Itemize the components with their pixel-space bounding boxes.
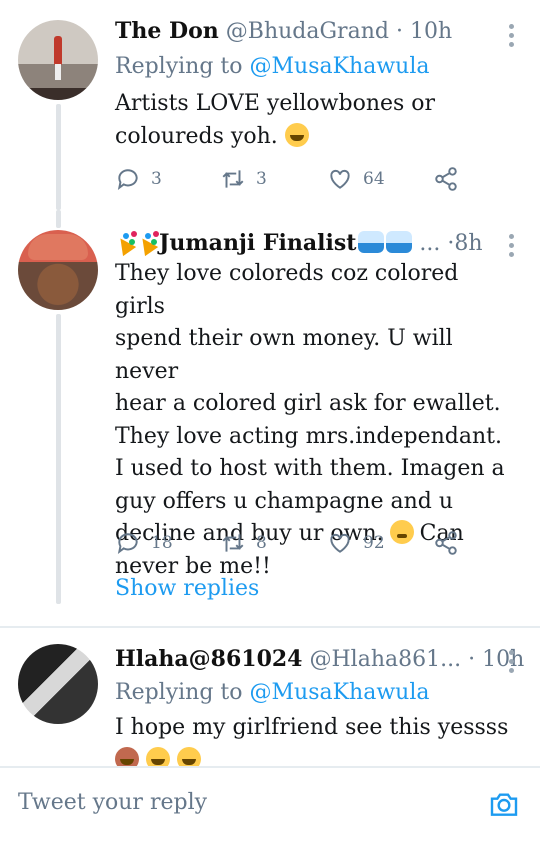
text-line: I hope my girlfriend see this yessss bbox=[115, 715, 509, 740]
tweet-3[interactable]: Hlaha@861024 @Hlaha861... · 10h Replying… bbox=[0, 628, 540, 766]
retweet-count: 3 bbox=[256, 169, 267, 189]
retweet-count: 8 bbox=[256, 533, 267, 553]
user-handle-truncated[interactable]: @Hlaha861... bbox=[310, 647, 462, 672]
like-icon bbox=[330, 533, 350, 553]
timestamp: 8h bbox=[454, 231, 483, 256]
display-name[interactable]: The Don bbox=[115, 18, 219, 44]
tweet-1[interactable]: The Don @BhudaGrand · 10h Replying to @M… bbox=[0, 0, 540, 210]
grinning-sweat-emoji bbox=[146, 746, 170, 766]
tweet-header: Hlaha@861024 @Hlaha861... · 10h bbox=[115, 646, 524, 672]
text-line: hear a colored girl ask for ewallet. bbox=[115, 391, 501, 416]
text-line: They love coloreds coz colored girls bbox=[115, 261, 459, 319]
tweet-actions: 3 3 64 bbox=[115, 166, 475, 196]
like-button[interactable]: 64 bbox=[327, 166, 385, 192]
emoji-line bbox=[115, 745, 515, 766]
text-line: guy offers u champagne and u bbox=[115, 488, 453, 514]
reply-icon bbox=[117, 169, 138, 190]
retweet-icon bbox=[222, 170, 244, 188]
party-popper-emoji bbox=[115, 231, 137, 253]
user-handle-truncated[interactable]: ... bbox=[419, 231, 440, 256]
user-handle[interactable]: @BhudaGrand bbox=[226, 19, 389, 44]
wave-emoji bbox=[386, 231, 413, 253]
reply-button[interactable]: 18 bbox=[115, 530, 173, 556]
reply-count: 18 bbox=[151, 533, 173, 553]
share-icon bbox=[435, 167, 457, 191]
share-button[interactable] bbox=[433, 530, 469, 556]
replying-label: Replying to bbox=[115, 680, 243, 705]
reply-input[interactable]: Tweet your reply bbox=[18, 790, 207, 815]
thread-line bbox=[56, 210, 61, 228]
person-emoji bbox=[115, 746, 139, 766]
wave-emoji bbox=[358, 231, 385, 253]
text-line: They love acting mrs.independant. bbox=[115, 423, 503, 449]
mention-link[interactable]: @MusaKhawula bbox=[250, 54, 430, 79]
avatar[interactable] bbox=[18, 20, 98, 100]
timestamp-separator: · bbox=[468, 647, 476, 672]
text-line: spend their own money. U will never bbox=[115, 326, 453, 384]
like-count: 64 bbox=[363, 169, 385, 189]
camera-icon[interactable] bbox=[488, 788, 520, 820]
more-icon[interactable] bbox=[509, 234, 514, 261]
party-popper-emoji bbox=[137, 231, 159, 253]
tweet-text: Artists LOVE yellowbones or coloureds yo… bbox=[115, 88, 515, 153]
retweet-button[interactable]: 3 bbox=[220, 166, 267, 192]
replying-to: Replying to @MusaKhawula bbox=[115, 54, 429, 79]
grinning-sweat-emoji bbox=[284, 122, 309, 147]
tweet-header: Jumanji Finalist ... ·8h bbox=[115, 230, 483, 256]
tweet-header: The Don @BhudaGrand · 10h bbox=[115, 18, 452, 44]
replying-label: Replying to bbox=[115, 54, 243, 79]
like-button[interactable]: 92 bbox=[327, 530, 385, 556]
tweet-text: I hope my girlfriend see this yessss bbox=[115, 712, 515, 766]
like-icon bbox=[330, 169, 350, 189]
display-name[interactable]: Jumanji Finalist bbox=[159, 230, 356, 256]
tweet-2[interactable]: Jumanji Finalist ... ·8h They love color… bbox=[0, 210, 540, 620]
timestamp: 10h bbox=[482, 647, 525, 672]
timestamp: 10h bbox=[409, 19, 453, 44]
show-replies-link[interactable]: Show replies bbox=[115, 576, 259, 601]
share-icon bbox=[435, 531, 457, 555]
text-line: I used to host with them. Imagen a bbox=[115, 456, 505, 481]
tweet-text-content: Artists LOVE yellowbones or coloureds yo… bbox=[115, 91, 436, 149]
avatar[interactable] bbox=[18, 230, 98, 310]
timestamp-separator: · bbox=[395, 19, 403, 44]
thread-line bbox=[56, 104, 61, 210]
display-name[interactable]: Hlaha@861024 bbox=[115, 646, 303, 672]
more-icon[interactable] bbox=[509, 24, 514, 51]
share-button[interactable] bbox=[433, 166, 469, 192]
grinning-sweat-emoji bbox=[177, 746, 201, 766]
reply-icon bbox=[117, 533, 138, 554]
retweet-icon bbox=[222, 534, 244, 552]
mention-link[interactable]: @MusaKhawula bbox=[250, 680, 430, 705]
tweet-actions: 18 8 92 bbox=[115, 530, 475, 560]
more-icon[interactable] bbox=[509, 650, 514, 677]
reply-count: 3 bbox=[151, 169, 162, 189]
reply-composer[interactable]: Tweet your reply bbox=[0, 766, 540, 842]
reply-button[interactable]: 3 bbox=[115, 166, 162, 192]
like-count: 92 bbox=[363, 533, 385, 553]
replying-to: Replying to @MusaKhawula bbox=[115, 680, 429, 705]
avatar[interactable] bbox=[18, 644, 98, 724]
thread-line bbox=[56, 314, 61, 604]
retweet-button[interactable]: 8 bbox=[220, 530, 267, 556]
